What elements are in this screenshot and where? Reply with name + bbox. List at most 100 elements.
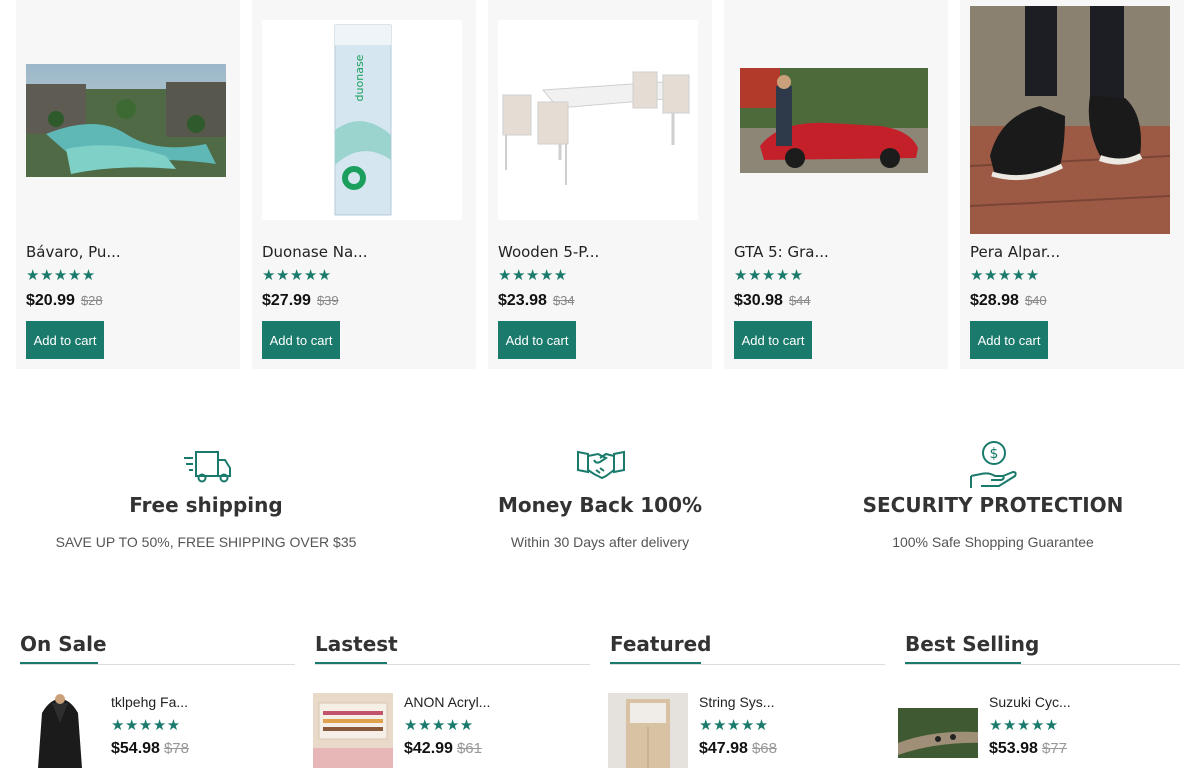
divider (315, 664, 590, 665)
list-title[interactable]: Featured (610, 630, 885, 664)
item-name[interactable]: tklpehg Fa... (111, 694, 188, 710)
product-card[interactable]: duonase Duonase Na... ★★★★★ $27.99 $39 Ad… (252, 0, 476, 369)
svg-text:duonase: duonase (353, 54, 366, 101)
product-name[interactable]: GTA 5: Gra... (734, 243, 829, 261)
current-price: $53.98 (989, 740, 1038, 757)
acrylic-drawer-image (313, 693, 393, 768)
item-price: $53.98 $77 (989, 740, 1067, 758)
item-price: $54.98 $78 (111, 740, 189, 758)
old-price: $40 (1024, 293, 1047, 308)
product-image[interactable] (734, 0, 934, 240)
product-name[interactable]: Bávaro, Pu... (26, 243, 121, 261)
product-card[interactable]: Bávaro, Pu... ★★★★★ $20.99 $28 Add to car… (16, 0, 240, 369)
rating-stars: ★★★★★ (262, 267, 332, 284)
product-image[interactable]: duonase (262, 0, 462, 240)
title-underline (610, 662, 701, 664)
leather-jacket-image (20, 693, 100, 768)
list-item[interactable]: Suzuki Cyc... ★★★★★ $53.98 $77 (898, 693, 1173, 768)
current-price: $54.98 (111, 740, 160, 757)
product-name[interactable]: Duonase Na... (262, 243, 367, 261)
current-price: $28.98 (970, 292, 1019, 309)
product-image[interactable] (498, 0, 698, 240)
product-name[interactable]: Wooden 5-P... (498, 243, 599, 261)
dollar-hand-icon: $ (970, 441, 1017, 488)
old-price: $44 (788, 293, 811, 308)
title-underline (905, 662, 1021, 664)
sports-car-image (740, 67, 928, 173)
current-price: $23.98 (498, 292, 547, 309)
item-name[interactable]: String Sys... (699, 694, 774, 710)
list-item[interactable]: tklpehg Fa... ★★★★★ $54.98 $78 (20, 693, 295, 768)
list-best-selling: Best Selling Suzuki Cyc... ★★★★★ $53.98 $… (898, 630, 1180, 768)
title-underline (315, 662, 387, 664)
feature-title: Money Back 100% (497, 493, 703, 517)
add-to-cart-button[interactable]: Add to cart (734, 321, 812, 359)
divider (610, 664, 885, 665)
handshake-icon (577, 450, 625, 480)
resort-pool-image (26, 63, 226, 177)
divider (20, 664, 295, 665)
rating-stars: ★★★★★ (989, 717, 1059, 734)
item-thumbnail[interactable] (313, 693, 393, 768)
feature-subtitle: Within 30 Days after delivery (510, 534, 690, 550)
rating-stars: ★★★★★ (699, 717, 769, 734)
old-price: $78 (163, 740, 189, 757)
product-image[interactable] (26, 0, 226, 240)
list-title[interactable]: Lastest (315, 630, 590, 664)
old-price: $77 (1041, 740, 1067, 757)
product-card[interactable]: GTA 5: Gra... ★★★★★ $30.98 $44 Add to car… (724, 0, 948, 369)
product-price: $27.99 $39 (262, 292, 339, 310)
current-price: $27.99 (262, 292, 311, 309)
product-name[interactable]: Pera Alpar... (970, 243, 1060, 261)
current-price: $47.98 (699, 740, 748, 757)
item-thumbnail[interactable] (898, 693, 978, 768)
list-featured: Featured String Sys... ★★★★★ $47.98 $68 (608, 630, 885, 768)
product-price: $20.99 $28 (26, 292, 103, 310)
item-name[interactable]: ANON Acryl... (404, 694, 490, 710)
rating-stars: ★★★★★ (111, 717, 181, 734)
rating-stars: ★★★★★ (404, 717, 474, 734)
feature-title: SECURITY PROTECTION (862, 493, 1124, 517)
nasal-spray-image: duonase (262, 20, 462, 220)
rating-stars: ★★★★★ (734, 267, 804, 284)
list-title[interactable]: Best Selling (905, 630, 1180, 664)
list-lastest: Lastest ANON Acryl... ★★★★★ $42.99 $61 (313, 630, 590, 768)
svg-text:$: $ (990, 446, 999, 462)
list-title[interactable]: On Sale (20, 630, 295, 664)
current-price: $30.98 (734, 292, 783, 309)
list-on-sale: On Sale tklpehg Fa... ★★★★★ $54.98 $78 (20, 630, 295, 768)
item-price: $47.98 $68 (699, 740, 777, 758)
add-to-cart-button[interactable]: Add to cart (26, 321, 104, 359)
product-lists: On Sale tklpehg Fa... ★★★★★ $54.98 $78 La… (0, 630, 1200, 768)
add-to-cart-button[interactable]: Add to cart (262, 321, 340, 359)
feature-subtitle: SAVE UP TO 50%, FREE SHIPPING OVER $35 (55, 534, 357, 550)
product-price: $23.98 $34 (498, 292, 575, 310)
item-thumbnail[interactable] (20, 693, 100, 768)
feature-title: Free shipping (129, 493, 283, 517)
item-price: $42.99 $61 (404, 740, 482, 758)
product-price: $28.98 $40 (970, 292, 1047, 310)
feature-strip: Free shipping SAVE UP TO 50%, FREE SHIPP… (0, 440, 1200, 560)
item-thumbnail[interactable] (608, 693, 688, 768)
old-price: $61 (456, 740, 482, 757)
product-card[interactable]: Pera Alpar... ★★★★★ $28.98 $40 Add to car… (960, 0, 1184, 369)
motorbike-trail-image (898, 693, 978, 768)
add-to-cart-button[interactable]: Add to cart (970, 321, 1048, 359)
dining-table-image (498, 20, 698, 220)
feature-subtitle: 100% Safe Shopping Guarantee (892, 534, 1094, 550)
add-to-cart-button[interactable]: Add to cart (498, 321, 576, 359)
product-card[interactable]: Wooden 5-P... ★★★★★ $23.98 $34 Add to car… (488, 0, 712, 369)
current-price: $42.99 (404, 740, 453, 757)
current-price: $20.99 (26, 292, 75, 309)
product-image[interactable] (970, 0, 1170, 240)
list-item[interactable]: String Sys... ★★★★★ $47.98 $68 (608, 693, 883, 768)
rating-stars: ★★★★★ (498, 267, 568, 284)
product-grid: Bávaro, Pu... ★★★★★ $20.99 $28 Add to car… (16, 0, 1184, 369)
wooden-cabinet-image (608, 693, 688, 768)
old-price: $68 (751, 740, 777, 757)
product-price: $30.98 $44 (734, 292, 811, 310)
old-price: $34 (552, 293, 575, 308)
title-underline (20, 662, 98, 664)
item-name[interactable]: Suzuki Cyc... (989, 694, 1071, 710)
list-item[interactable]: ANON Acryl... ★★★★★ $42.99 $61 (313, 693, 588, 768)
